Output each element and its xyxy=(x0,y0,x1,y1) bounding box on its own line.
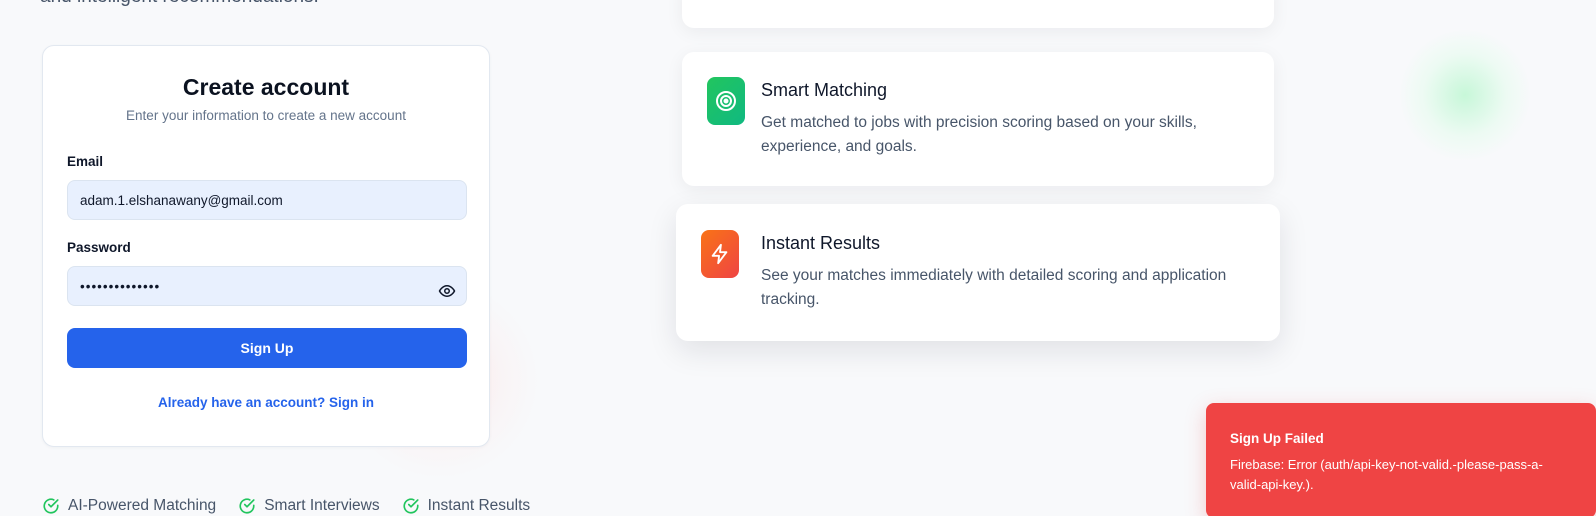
signup-card: Create account Enter your information to… xyxy=(42,45,490,447)
highlight-label: AI-Powered Matching xyxy=(68,497,217,514)
sign-in-link[interactable]: Already have an account? Sign in xyxy=(43,395,489,410)
feature-card-smart-matching: Smart Matching Get matched to jobs with … xyxy=(682,52,1274,186)
error-toast[interactable]: Sign Up Failed Firebase: Error (auth/api… xyxy=(1206,403,1596,516)
password-label: Password xyxy=(67,240,131,255)
highlight-item: Smart Interviews xyxy=(238,497,380,515)
show-password-icon[interactable] xyxy=(438,282,456,300)
toast-message: Firebase: Error (auth/api-key-not-valid.… xyxy=(1230,457,1543,492)
feature-title: Smart Matching xyxy=(761,80,888,100)
check-circle-icon xyxy=(403,498,419,514)
highlight-label: Instant Results xyxy=(427,497,531,514)
target-icon xyxy=(707,77,745,125)
signup-title: Create account xyxy=(182,74,350,100)
highlights-row: AI-Powered Matching Smart Interviews Ins… xyxy=(42,497,530,515)
hero-tagline: and intelligent recommendations. xyxy=(40,0,319,8)
feature-description: See your matches immediately with detail… xyxy=(761,267,1227,308)
feature-card-partial xyxy=(682,0,1274,28)
feature-title: Instant Results xyxy=(761,233,881,253)
background-glow-green xyxy=(1400,30,1530,160)
highlight-item: AI-Powered Matching xyxy=(42,497,216,515)
highlight-item: Instant Results xyxy=(402,497,531,515)
email-field[interactable] xyxy=(67,180,467,220)
feature-description: Get matched to jobs with precision scori… xyxy=(761,114,1197,155)
highlight-label: Smart Interviews xyxy=(264,497,380,514)
sign-up-button[interactable]: Sign Up xyxy=(67,328,467,368)
email-label: Email xyxy=(67,154,104,169)
toast-title: Sign Up Failed xyxy=(1230,431,1324,446)
check-circle-icon xyxy=(239,498,255,514)
password-field[interactable] xyxy=(67,266,467,306)
lightning-icon xyxy=(701,230,739,278)
signup-subtitle: Enter your information to create a new a… xyxy=(126,108,406,123)
feature-card-instant-results: Instant Results See your matches immedia… xyxy=(676,204,1280,341)
check-circle-icon xyxy=(43,498,59,514)
